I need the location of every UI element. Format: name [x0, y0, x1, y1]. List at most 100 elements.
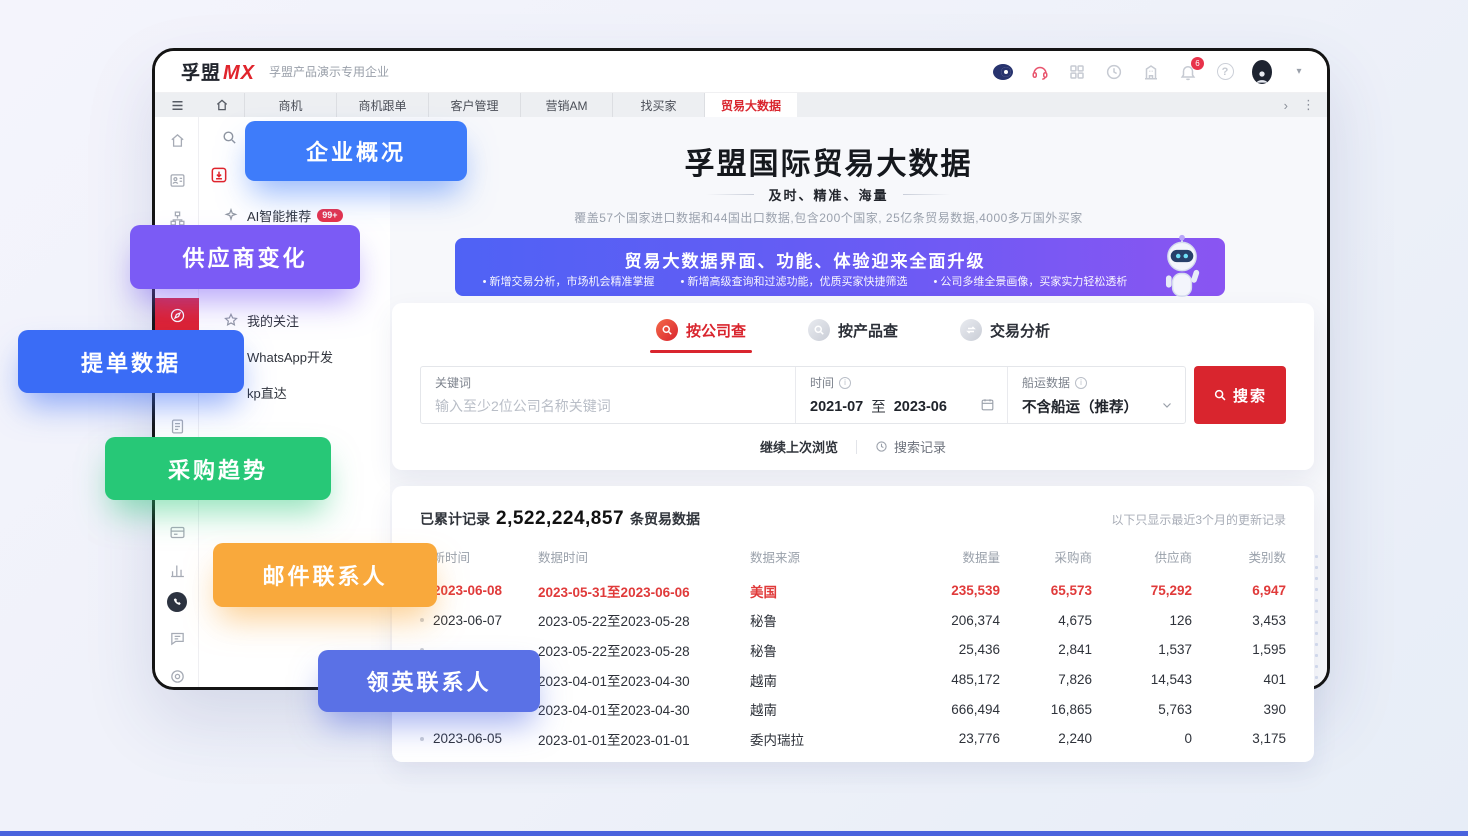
table-row[interactable]: 2023-04-01至2023-04-30 越南 485,172 7,826 1… — [420, 665, 1286, 695]
cell-suppliers: 1,537 — [1092, 642, 1192, 657]
search-links: 继续上次浏览 搜索记录 — [392, 437, 1314, 456]
cell-categories: 1,595 — [1192, 642, 1286, 657]
summary-note: 以下只显示最近3个月的更新记录 — [1111, 511, 1286, 528]
user-avatar[interactable] — [1252, 62, 1272, 82]
account-chevron-down-icon[interactable]: ▾ — [1289, 62, 1309, 82]
headset-support-icon[interactable] — [1030, 62, 1050, 82]
search-tab-label: 交易分析 — [990, 320, 1050, 341]
visitor-eye-icon[interactable] — [993, 62, 1013, 82]
cell-buyers: 16,865 — [1000, 702, 1092, 717]
module-tabstrip: 商机 商机跟单 客户管理 营销AM 找买家 贸易大数据 › ⋮ — [155, 93, 1327, 117]
tab-shangji[interactable]: 商机 — [245, 93, 337, 117]
col-data-period: 数据时间 — [538, 547, 750, 566]
col-update-time: 更新时间 — [420, 547, 538, 566]
ai-sparkle-icon — [223, 207, 239, 223]
tabstrip-overflow: › ⋮ — [1284, 93, 1327, 117]
time-from: 2021-07 — [810, 399, 863, 415]
cell-categories: 3,175 — [1192, 731, 1286, 746]
brand-logo: 孚盟 MX — [181, 58, 255, 85]
table-row[interactable]: 2023-06-07 2023-05-22至2023-05-28 秘鲁 206,… — [420, 606, 1286, 636]
topbar-icons: 6 ? ▾ — [993, 62, 1309, 82]
tab-maoyi-dashuju-active[interactable]: 贸易大数据 — [705, 93, 797, 117]
cell-categories: 390 — [1192, 702, 1286, 717]
cell-volume: 666,494 — [868, 702, 1000, 717]
sidebar-item-label: 我的关注 — [247, 311, 299, 330]
history-clock-icon[interactable] — [1104, 62, 1124, 82]
banner-bullets: 新增交易分析，市场机会精准掌握 新增高级查询和过滤功能，优质买家快捷筛选 公司多… — [455, 273, 1155, 289]
table-row[interactable]: 2023-06-05 2023-01-01至2023-01-01 委内瑞拉 23… — [420, 724, 1286, 754]
callout-linkedin-contacts: 领英联系人 — [318, 650, 540, 712]
divider — [856, 440, 857, 454]
cell-suppliers: 5,763 — [1092, 702, 1192, 717]
bottom-blue-strip — [0, 831, 1468, 836]
rail-chat-icon[interactable] — [155, 623, 199, 653]
sidebar-item-label: AI智能推荐 — [247, 206, 311, 225]
col-suppliers: 供应商 — [1092, 547, 1192, 566]
rail-target-icon[interactable] — [155, 661, 199, 690]
search-button[interactable]: 搜索 — [1194, 366, 1286, 424]
sidebar-red-module-icon[interactable] — [209, 165, 229, 185]
company-building-icon[interactable] — [1141, 62, 1161, 82]
search-tab-trade-analysis[interactable]: 交易分析 — [960, 319, 1050, 353]
rail-contacts-icon[interactable] — [155, 165, 199, 195]
table-row[interactable]: 2023-05-22至2023-05-28 秘鲁 25,436 2,841 1,… — [420, 635, 1286, 665]
cell-data-source: 秘鲁 — [750, 640, 868, 660]
banner-bullet: 公司多维全景画像，买家实力轻松透析 — [933, 273, 1127, 289]
brand-tagline: 孚盟产品演示专用企业 — [269, 63, 389, 80]
search-tab-by-company[interactable]: 按公司查 — [656, 319, 746, 353]
table-header: 更新时间 数据时间 数据来源 数据量 采购商 供应商 类别数 — [420, 544, 1286, 568]
sidebar-search-icon[interactable] — [221, 129, 238, 151]
continue-browsing-link[interactable]: 继续上次浏览 — [760, 437, 838, 456]
cell-data-source: 委内瑞拉 — [750, 729, 868, 749]
cell-buyers: 65,573 — [1000, 583, 1092, 598]
search-form: 关键词 输入至少2位公司名称关键词 时间i 2021-07 至 2023-06 … — [420, 366, 1286, 424]
tab-yingxiao-am[interactable]: 营销AM — [521, 93, 613, 117]
tab-scroll-chevron-icon[interactable]: › — [1284, 98, 1288, 113]
search-tab-by-product[interactable]: 按产品查 — [808, 319, 898, 353]
time-range-field[interactable]: 时间i 2021-07 至 2023-06 — [795, 367, 1007, 423]
rail-chart-icon[interactable] — [155, 555, 199, 585]
summary-prefix: 已累计记录 — [420, 509, 490, 529]
cell-suppliers: 75,292 — [1092, 583, 1192, 598]
rail-whatsapp-icon[interactable] — [155, 587, 199, 617]
logo-en: MX — [223, 62, 255, 85]
callout-bill-of-lading: 提单数据 — [18, 330, 244, 393]
keyword-placeholder: 输入至少2位公司名称关键词 — [435, 396, 611, 416]
sidebar-item-label: WhatsApp开发 — [247, 347, 333, 366]
hamburger-menu-icon[interactable] — [155, 93, 199, 117]
cell-suppliers: 0 — [1092, 731, 1192, 746]
tab-kehu-guanli[interactable]: 客户管理 — [429, 93, 521, 117]
cell-volume: 206,374 — [868, 613, 1000, 628]
cell-data-period: 2023-05-22至2023-05-28 — [538, 610, 750, 630]
chevron-down-icon — [1161, 399, 1173, 415]
records-summary: 已累计记录 2,522,224,857 条贸易数据 以下只显示最近3个月的更新记… — [420, 508, 1286, 530]
search-tab-label: 按公司查 — [686, 320, 746, 341]
cell-data-period: 2023-05-31至2023-06-06 — [538, 581, 750, 601]
notifications-bell-icon[interactable]: 6 — [1178, 62, 1198, 82]
cell-data-period: 2023-01-01至2023-01-01 — [538, 729, 750, 749]
search-history-link[interactable]: 搜索记录 — [875, 437, 946, 456]
tab-shangji-gendan[interactable]: 商机跟单 — [337, 93, 429, 117]
cell-buyers: 7,826 — [1000, 672, 1092, 687]
trade-data-table-panel: 已累计记录 2,522,224,857 条贸易数据 以下只显示最近3个月的更新记… — [392, 486, 1314, 762]
rail-home-icon[interactable] — [155, 125, 199, 155]
apps-grid-icon[interactable] — [1067, 62, 1087, 82]
rail-trade-data-active-icon[interactable] — [155, 298, 199, 332]
cell-data-source: 越南 — [750, 670, 868, 690]
time-label: 时间 — [810, 374, 834, 391]
keyword-field[interactable]: 关键词 输入至少2位公司名称关键词 — [421, 367, 795, 423]
calendar-icon[interactable] — [980, 397, 995, 416]
cell-categories: 6,947 — [1192, 583, 1286, 598]
table-row[interactable]: 2023-06-08 2023-05-31至2023-06-06 美国 235,… — [420, 576, 1286, 606]
cell-buyers: 2,841 — [1000, 642, 1092, 657]
tab-zhaomaijia[interactable]: 找买家 — [613, 93, 705, 117]
exchange-arrows-icon — [960, 319, 982, 341]
home-tab-icon[interactable] — [199, 93, 245, 117]
tab-more-dots-icon[interactable]: ⋮ — [1302, 97, 1315, 113]
table-row[interactable]: 2023-04-01至2023-04-30 越南 666,494 16,865 … — [420, 694, 1286, 724]
help-icon[interactable]: ? — [1215, 62, 1235, 82]
shipping-data-select[interactable]: 船运数据i 不含船运（推荐） — [1007, 367, 1185, 423]
search-panel: 按公司查 按产品查 交易分析 关键词 输入至少2位公司名称关键词 时间i 202… — [392, 303, 1314, 470]
product-search-icon — [808, 319, 830, 341]
rail-card-icon[interactable] — [155, 517, 199, 547]
